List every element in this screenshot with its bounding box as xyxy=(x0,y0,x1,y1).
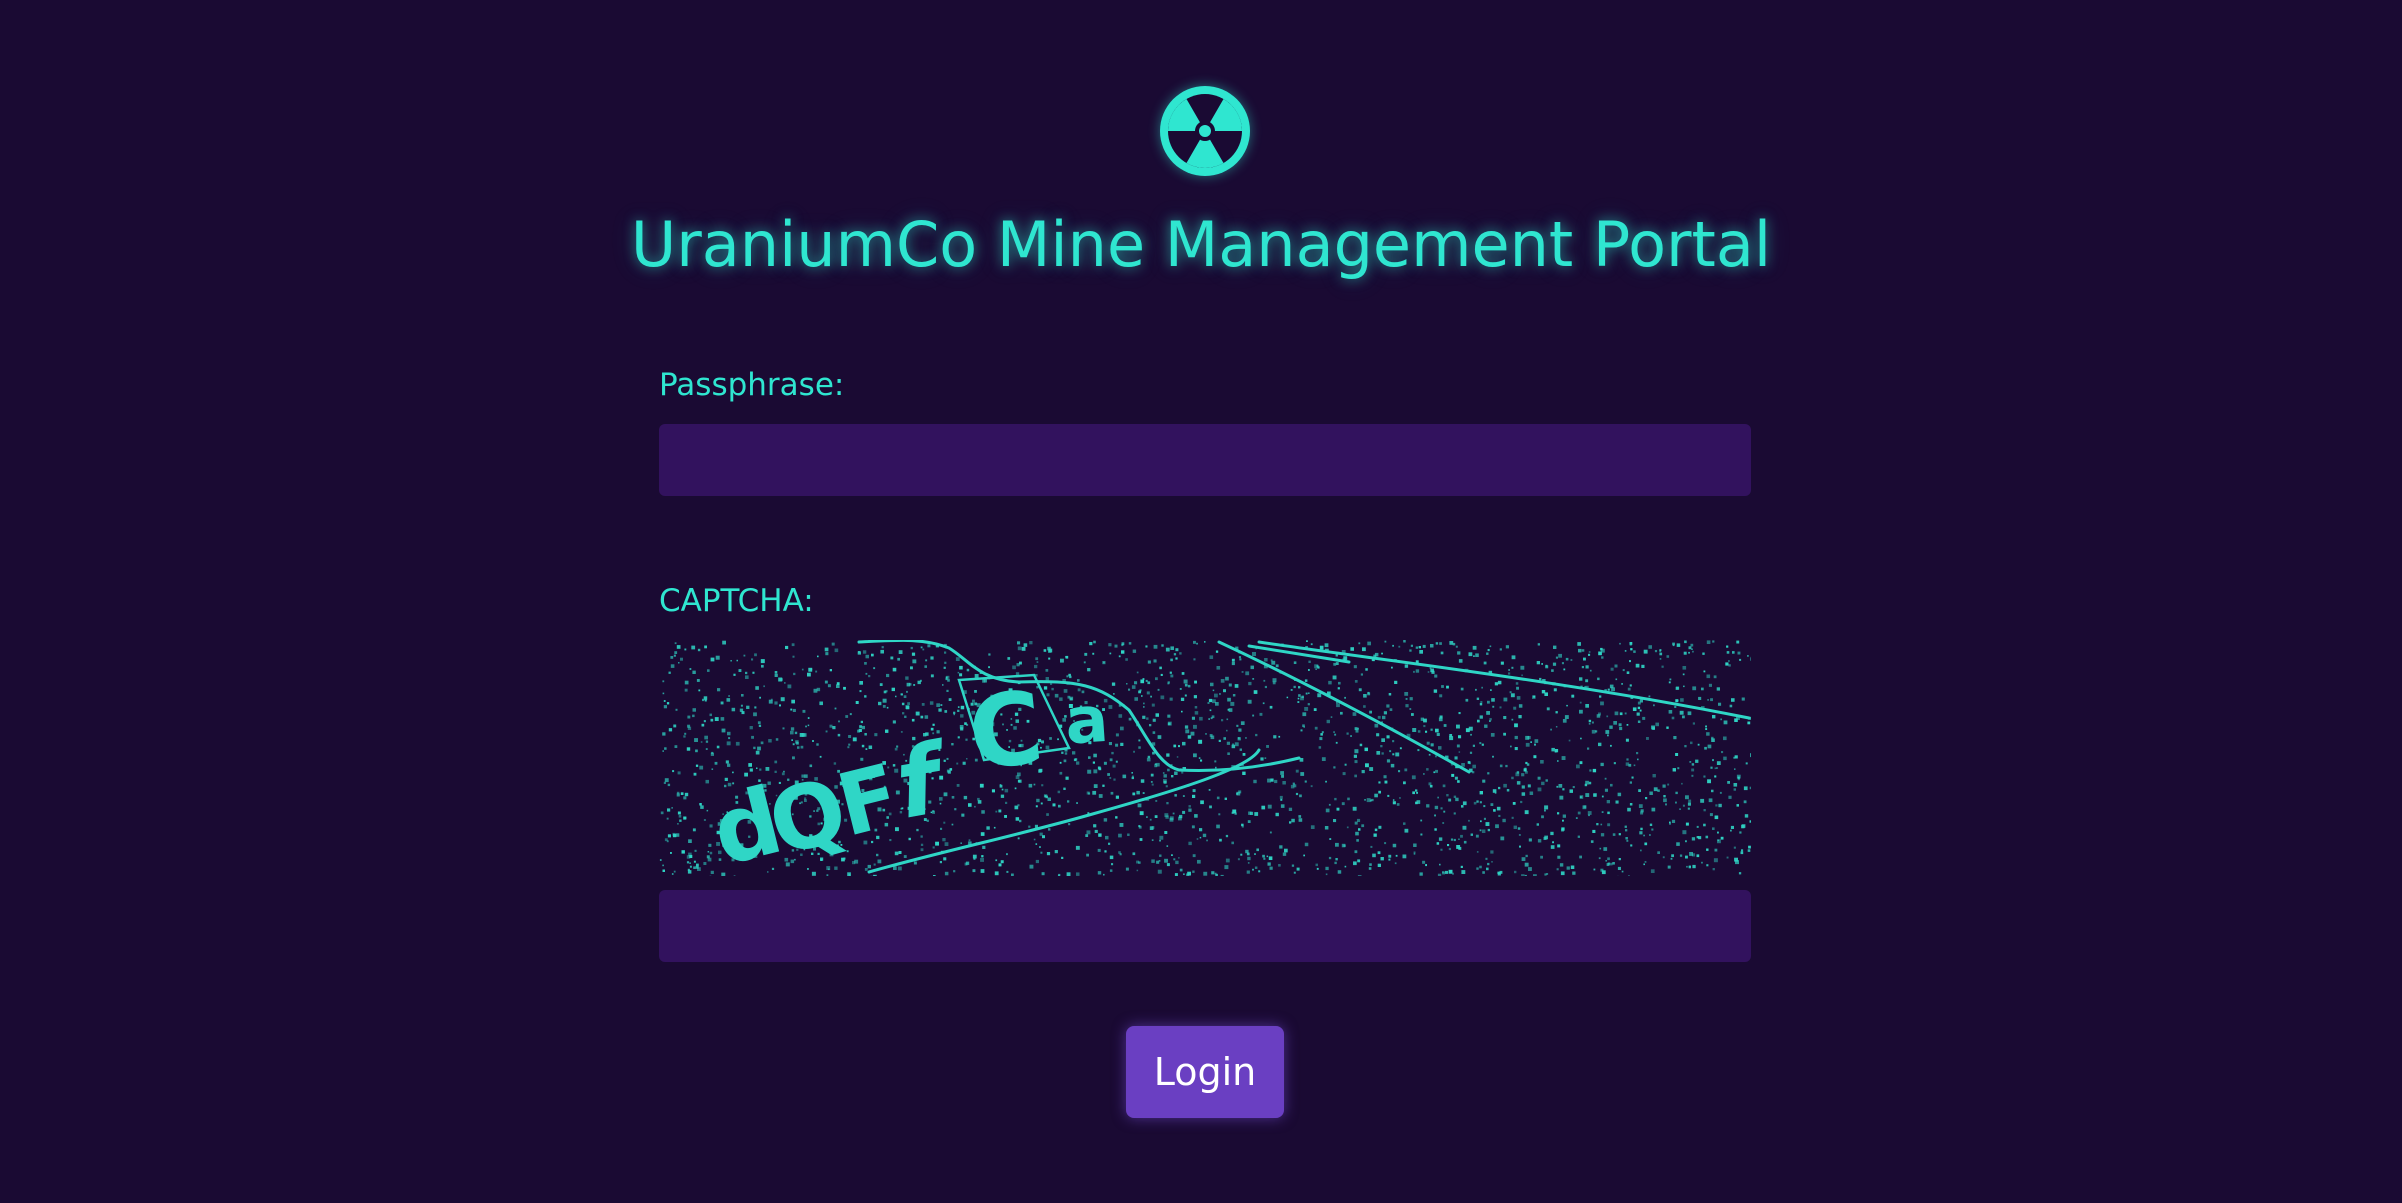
passphrase-input[interactable] xyxy=(659,424,1751,496)
svg-text:C: C xyxy=(963,669,1048,793)
login-button[interactable]: Login xyxy=(1126,1026,1284,1118)
svg-text:a: a xyxy=(1063,683,1111,760)
page-title: UraniumCo Mine Management Portal xyxy=(630,208,1772,281)
radiation-icon xyxy=(1158,84,1252,178)
captcha-label: CAPTCHA: xyxy=(659,583,814,619)
captcha-input[interactable] xyxy=(659,890,1751,962)
captcha-image: d Q F f C a xyxy=(659,640,1751,876)
passphrase-label: Passphrase: xyxy=(659,367,845,403)
login-page: UraniumCo Mine Management Portal Passphr… xyxy=(0,0,2402,1203)
